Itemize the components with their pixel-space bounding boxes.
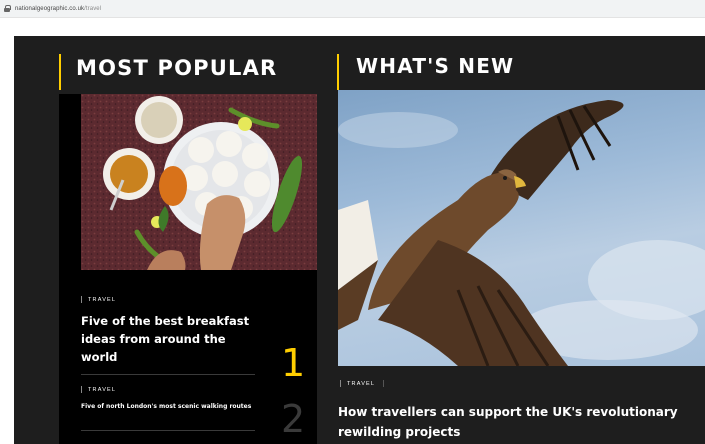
eagle-illustration (338, 100, 705, 366)
site-content: MOST POPULAR TRAVEL Five of the best bre… (14, 36, 705, 444)
item1-title-link[interactable]: Five of the best breakfast ideas from ar… (81, 312, 251, 366)
whats-new-tag[interactable]: TRAVEL (340, 380, 385, 387)
item-divider (81, 430, 255, 431)
url-text[interactable]: nationalgeographic.co.uk/travel (15, 6, 101, 12)
eagle-image[interactable] (338, 90, 705, 366)
item2-title-link[interactable]: Five of north London's most scenic walki… (81, 402, 256, 412)
most-popular-heading: MOST POPULAR (76, 56, 278, 80)
item2-rank: 2 (281, 397, 306, 441)
whats-new-accent-bar (337, 54, 339, 90)
lock-icon (4, 5, 11, 12)
item-divider (81, 374, 255, 375)
whats-new-tag-label: TRAVEL (347, 380, 376, 387)
breakfast-illustration (81, 94, 317, 270)
tag-divider (81, 386, 82, 393)
most-popular-panel: TRAVEL Five of the best breakfast ideas … (59, 94, 317, 444)
most-popular-accent-bar (59, 54, 61, 90)
url-domain: nationalgeographic.co.uk (15, 5, 85, 12)
whats-new-heading: WHAT'S NEW (356, 54, 515, 78)
item1-rank: 1 (281, 341, 306, 385)
url-path: /travel (84, 5, 102, 12)
item2-tag-label: TRAVEL (88, 386, 117, 393)
whats-new-title-link[interactable]: How travellers can support the UK's revo… (338, 402, 698, 442)
tag-divider (81, 296, 82, 303)
item2-tag[interactable]: TRAVEL (81, 386, 116, 393)
browser-url-bar[interactable]: nationalgeographic.co.uk/travel (0, 0, 705, 18)
breakfast-image[interactable] (81, 94, 317, 270)
tag-divider (383, 380, 385, 387)
tag-divider (340, 380, 341, 387)
item1-tag[interactable]: TRAVEL (81, 296, 116, 303)
item1-tag-label: TRAVEL (88, 296, 117, 303)
